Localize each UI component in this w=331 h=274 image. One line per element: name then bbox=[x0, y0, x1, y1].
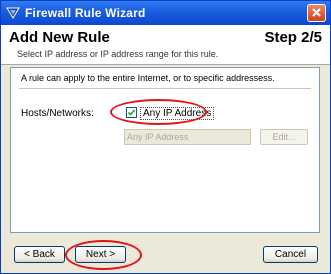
divider bbox=[19, 88, 311, 89]
back-button[interactable]: < Back bbox=[14, 246, 65, 263]
step-indicator: Step 2/5 bbox=[264, 29, 322, 46]
any-ip-checkbox[interactable] bbox=[126, 107, 137, 118]
wizard-header: Add New Rule Step 2/5 Select IP address … bbox=[1, 25, 330, 65]
cancel-button[interactable]: Cancel bbox=[263, 246, 318, 263]
next-button[interactable]: Next > bbox=[75, 246, 126, 263]
ip-address-field[interactable]: Any IP Address bbox=[124, 129, 251, 145]
wizard-window: Firewall Rule Wizard Add New Rule Step 2… bbox=[0, 0, 331, 274]
title-bar[interactable]: Firewall Rule Wizard bbox=[1, 1, 330, 25]
content-panel: A rule can apply to the entire Internet,… bbox=[10, 67, 320, 233]
checkmark-icon bbox=[127, 109, 136, 116]
page-title: Add New Rule bbox=[9, 29, 110, 46]
edit-button[interactable]: Edit... bbox=[260, 129, 308, 145]
rule-description: A rule can apply to the entire Internet,… bbox=[21, 73, 275, 83]
close-icon bbox=[312, 8, 321, 17]
any-ip-label[interactable]: Any IP Address bbox=[140, 107, 215, 120]
close-button[interactable] bbox=[307, 4, 326, 22]
window-title: Firewall Rule Wizard bbox=[25, 6, 146, 20]
page-subtitle: Select IP address or IP address range fo… bbox=[17, 49, 219, 59]
hosts-networks-label: Hosts/Networks: bbox=[21, 108, 94, 119]
firewall-app-icon bbox=[6, 6, 20, 20]
